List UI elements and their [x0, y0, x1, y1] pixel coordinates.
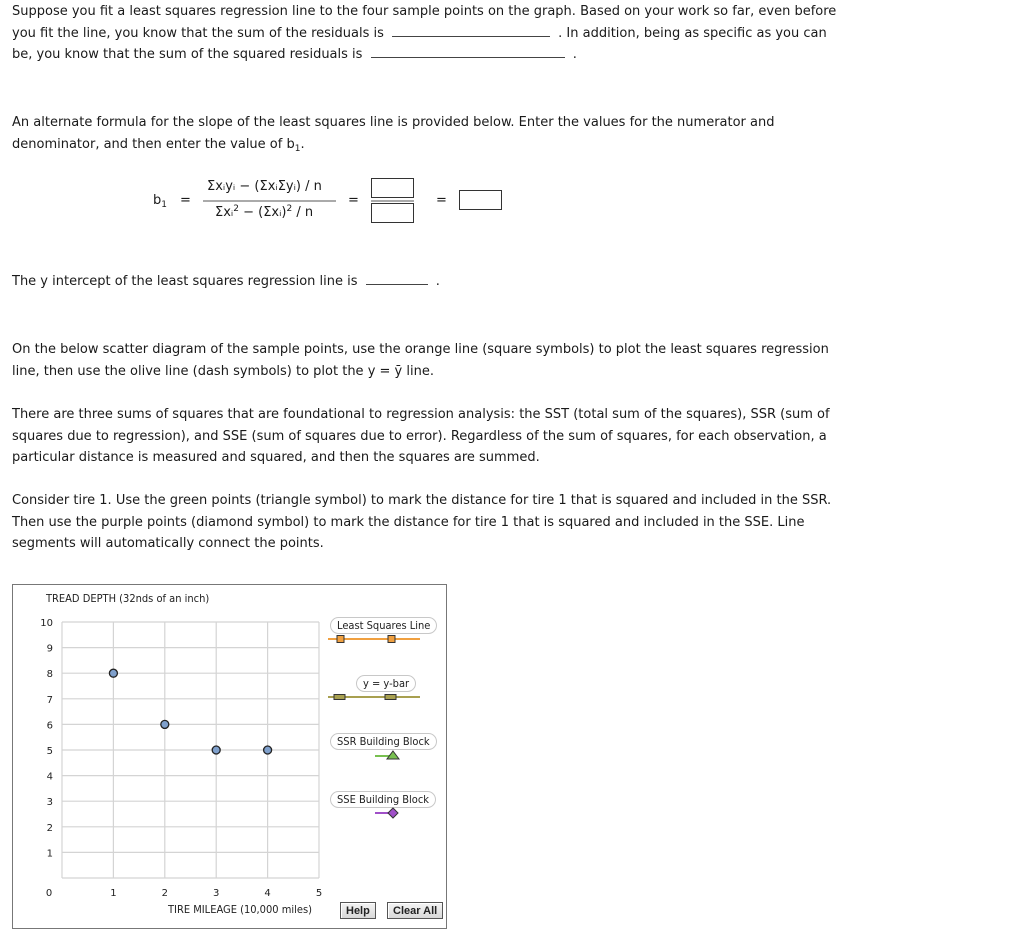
data-point[interactable] [108, 668, 119, 678]
square-handle-icon[interactable] [336, 635, 345, 643]
y-tick-label: 6 [47, 720, 53, 731]
graph-panel: 1 2 3 4 5 6 7 8 9 10 0 1 2 3 4 5 TREAD DEPTH (32nds of … [12, 584, 447, 929]
ybar-line-tool[interactable] [326, 691, 421, 703]
legend-least-squares-label: Least Squares Line [330, 617, 438, 634]
x-tick-label: 3 [213, 888, 219, 899]
legend-sse-label: SSE Building Block [330, 791, 437, 808]
diamond-handle-icon[interactable] [387, 807, 399, 819]
sum-squared-residuals-input[interactable] [370, 44, 565, 58]
instruction-plot-lines: On the below scatter diagram of the samp… [12, 342, 829, 379]
help-button[interactable]: Help [340, 902, 376, 919]
question-intercept: The y intercept of the least squares reg… [12, 271, 842, 293]
formula-denominator: Σxᵢ2 − (Σxᵢ)2 / n [215, 204, 314, 220]
y-tick-label: 8 [47, 669, 53, 680]
y-tick-label: 4 [47, 772, 53, 783]
legend-ssr-label: SSR Building Block [330, 733, 437, 750]
equals-sign: = [180, 193, 191, 208]
instruction-tire1: Consider tire 1. Use the green points (t… [12, 493, 832, 551]
x-tick-label: 1 [110, 888, 116, 899]
numerator-input[interactable] [371, 178, 414, 198]
x-tick-label: 0 [46, 888, 52, 899]
y-tick-label: 9 [47, 644, 53, 655]
sum-residuals-input[interactable] [392, 23, 551, 37]
fraction-bar [203, 200, 336, 202]
slope-result-input[interactable] [459, 190, 502, 210]
x-axis-title: TIRE MILEAGE (10,000 miles) [168, 903, 312, 916]
legend-ybar-label: y = y-bar [356, 675, 417, 692]
clear-all-button[interactable]: Clear All [387, 902, 444, 919]
x-tick-label: 4 [264, 888, 270, 899]
y-tick-label: 3 [47, 797, 53, 808]
formula-lhs: b1 [153, 193, 167, 210]
ssr-building-block-tool[interactable] [373, 749, 403, 761]
y-intercept-input[interactable] [365, 271, 428, 285]
data-point[interactable] [211, 745, 221, 755]
y-tick-label: 5 [47, 746, 53, 757]
fraction-bar [371, 200, 414, 202]
sums-of-squares-explanation: There are three sums of squares that are… [12, 407, 830, 465]
least-squares-line-tool[interactable] [326, 633, 421, 645]
x-tick-label: 2 [162, 888, 168, 899]
square-handle-icon[interactable] [387, 635, 396, 643]
equals-sign: = [348, 193, 359, 208]
question-residuals: Suppose you fit a least squares regressi… [12, 4, 837, 62]
y-axis-title: TREAD DEPTH (32nds of an inch) [46, 592, 210, 605]
y-tick-label: 7 [47, 695, 53, 706]
sse-building-block-tool[interactable] [373, 807, 403, 819]
data-point[interactable] [262, 745, 273, 755]
y-tick-label: 2 [47, 823, 53, 834]
y-tick-label: 1 [47, 848, 53, 859]
denominator-input[interactable] [371, 203, 414, 223]
data-point[interactable] [160, 719, 170, 730]
formula-numerator: Σxᵢyᵢ − (ΣxᵢΣyᵢ) / n [207, 179, 322, 194]
equals-sign: = [436, 193, 447, 208]
y-tick-label: 10 [40, 618, 53, 629]
question-slope: An alternate formula for the slope of th… [12, 115, 775, 154]
dash-handle-icon[interactable] [333, 694, 346, 700]
x-tick-label: 5 [316, 888, 322, 899]
dash-handle-icon[interactable] [384, 694, 397, 700]
